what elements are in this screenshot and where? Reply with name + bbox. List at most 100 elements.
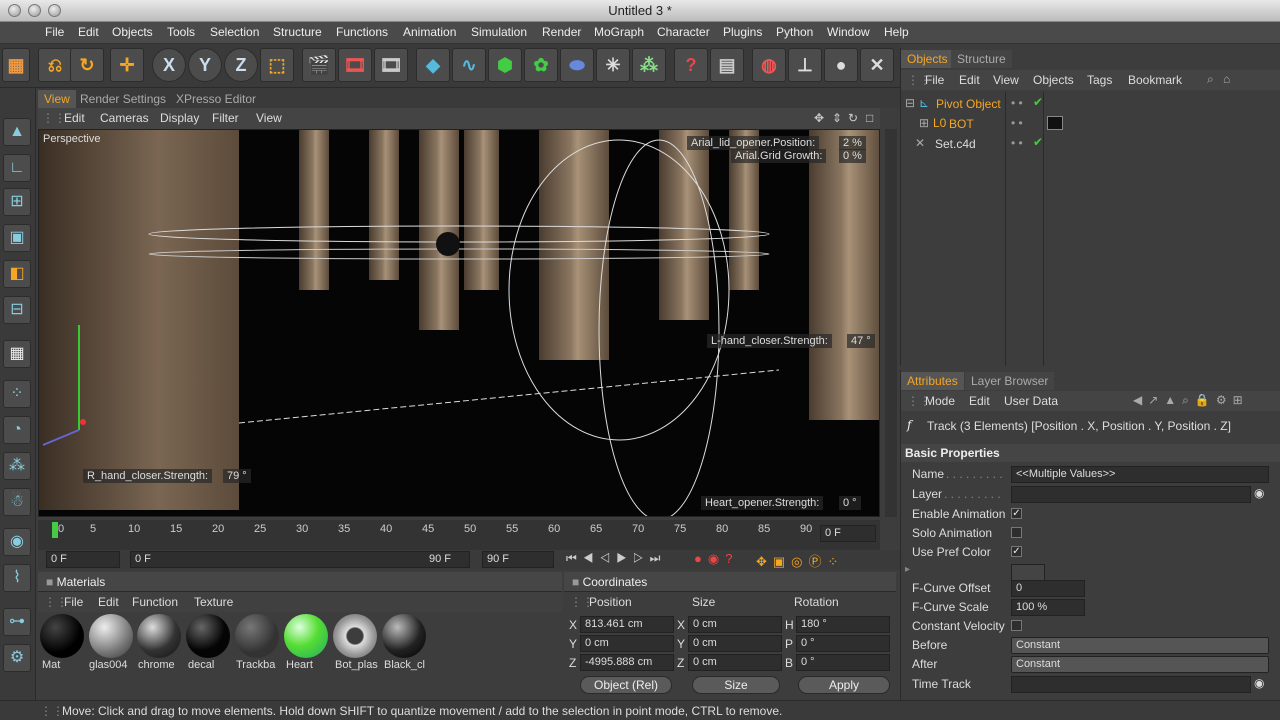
menu-plugins[interactable]: Plugins — [723, 25, 762, 39]
web-icon[interactable]: ◍ — [752, 48, 786, 82]
navigation-arrows-icon[interactable]: ◀↗▲⌕🔒⚙⊞ — [1133, 393, 1249, 408]
search-icon[interactable]: ⌕ — [1207, 72, 1214, 87]
render-picture-viewer-icon[interactable]: 🎞 — [338, 48, 372, 82]
key-type-icons[interactable]: ✥▣◎Ⓟ⁘ — [756, 551, 844, 570]
time-track-picker-icon[interactable]: ◉ — [1254, 676, 1264, 690]
range-slider[interactable]: 0 F 90 F — [130, 551, 470, 568]
attributes-menu-user-data[interactable]: User Data — [1004, 394, 1058, 408]
z-axis-lock-button[interactable]: Z — [224, 48, 258, 82]
viewport-zoom-icon[interactable]: ⇕ — [832, 111, 842, 125]
tag-icon[interactable] — [1047, 116, 1063, 130]
end-frame-field[interactable]: 90 F — [482, 551, 554, 568]
layer-field[interactable] — [1011, 486, 1251, 503]
timeline-ruler[interactable]: 0 5 10 15 20 25 30 35 40 45 50 55 60 65 … — [38, 520, 880, 550]
character-tool-icon[interactable]: ☃ — [3, 488, 31, 516]
tab-render-settings[interactable]: Render Settings — [74, 90, 172, 108]
start-frame-field[interactable]: 0 F — [46, 551, 120, 568]
hud-lhand-value[interactable]: 47 ° — [847, 334, 875, 348]
settings-gear-icon[interactable]: ⚙ — [3, 644, 31, 672]
deformer-icon[interactable]: ⬬ — [560, 48, 594, 82]
character-icon[interactable]: ✕ — [860, 48, 894, 82]
size-y-field[interactable]: 0 cm — [688, 635, 782, 652]
menu-objects[interactable]: Objects — [112, 25, 153, 39]
viewport-menu-cameras[interactable]: Cameras — [100, 111, 149, 125]
material-swatch[interactable] — [284, 614, 328, 658]
hud-arial-grid-label[interactable]: Arial.Grid Growth: — [731, 149, 827, 163]
viewport-menu-edit[interactable]: Edit — [64, 111, 85, 125]
render-view-icon[interactable]: 🎬 — [302, 48, 336, 82]
bodypaint-icon[interactable]: ⊥ — [788, 48, 822, 82]
material-swatch[interactable] — [333, 614, 377, 658]
tab-view[interactable]: View — [38, 90, 76, 108]
materials-menu-edit[interactable]: Edit — [98, 595, 119, 609]
menu-structure[interactable]: Structure — [273, 25, 322, 39]
fcurve-offset-field[interactable]: 0 — [1011, 580, 1085, 597]
materials-menu-file[interactable]: File — [64, 595, 83, 609]
use-pref-color-checkbox[interactable]: ✓ — [1011, 546, 1022, 557]
size-x-field[interactable]: 0 cm — [688, 616, 782, 633]
timeline-icon[interactable]: ▤ — [710, 48, 744, 82]
enabled-check-icon[interactable]: ✔ — [1033, 95, 1043, 109]
material-swatch[interactable] — [382, 614, 426, 658]
viewport-menu-filter[interactable]: Filter — [212, 111, 239, 125]
expand-arrow-icon[interactable]: ▸ — [905, 564, 910, 575]
apply-button[interactable]: Apply — [798, 676, 890, 694]
objects-menu-file[interactable]: File — [925, 73, 944, 87]
attributes-menu-edit[interactable]: Edit — [969, 394, 990, 408]
hud-arial-grid-value[interactable]: 0 % — [839, 149, 866, 163]
objects-menu-edit[interactable]: Edit — [959, 73, 980, 87]
objects-menu-bookmark[interactable]: Bookmark — [1128, 73, 1182, 87]
menu-file[interactable]: File — [45, 25, 64, 39]
array-icon[interactable]: ✿ — [524, 48, 558, 82]
position-y-field[interactable]: 0 cm — [580, 635, 674, 652]
solo-animation-checkbox[interactable] — [1011, 527, 1022, 538]
material-swatch[interactable] — [235, 614, 279, 658]
tab-layer-browser[interactable]: Layer Browser — [965, 372, 1055, 390]
hud-rhand-value[interactable]: 79 ° — [223, 469, 251, 483]
material-swatch[interactable] — [186, 614, 230, 658]
materials-menu-function[interactable]: Function — [132, 595, 178, 609]
points-mode-icon[interactable]: ⊞ — [3, 188, 31, 216]
sculpt-icon[interactable]: ◔ — [3, 416, 31, 444]
hud-arial-lid-value[interactable]: 2 % — [839, 136, 866, 150]
fcurve-scale-field[interactable]: 100 % — [1011, 599, 1085, 616]
edges-mode-icon[interactable]: ▣ — [3, 224, 31, 252]
expand-icon[interactable]: ⊞ — [919, 116, 929, 130]
time-track-field[interactable] — [1011, 676, 1251, 693]
polygons-mode-icon[interactable]: ◧ — [3, 260, 31, 288]
coordinate-mode-dropdown[interactable]: Object (Rel) — [580, 676, 672, 694]
hud-arial-lid-label[interactable]: Arial_lid_opener.Position: — [687, 136, 820, 150]
home-icon[interactable]: ⌂ — [1223, 72, 1230, 86]
transport-controls-icon[interactable]: ⏮◀◁▶▷⏭ — [566, 551, 666, 566]
layer-picker-icon[interactable]: ◉ — [1254, 486, 1264, 500]
hierarchy-icon[interactable]: ⊶ — [3, 608, 31, 636]
menu-selection[interactable]: Selection — [210, 25, 259, 39]
snap-icon[interactable]: ◉ — [3, 528, 31, 556]
uv-mode-icon[interactable]: ⊟ — [3, 296, 31, 324]
cube-icon[interactable]: ◆ — [416, 48, 450, 82]
drag-handle-icon[interactable]: ⋮⋮ — [42, 111, 66, 125]
color-swatch[interactable] — [1011, 564, 1045, 581]
workplane-icon[interactable]: ⁘ — [3, 380, 31, 408]
materials-menu-texture[interactable]: Texture — [194, 595, 233, 609]
menu-functions[interactable]: Functions — [336, 25, 388, 39]
spline-icon[interactable]: ∿ — [452, 48, 486, 82]
menu-mograph[interactable]: MoGraph — [594, 25, 644, 39]
particles-icon[interactable]: ⁂ — [632, 48, 666, 82]
viewport-menu-view[interactable]: View — [256, 111, 282, 125]
object-set[interactable]: Set.c4d — [935, 137, 976, 151]
basic-properties-section[interactable]: Basic Properties — [901, 444, 1280, 462]
visibility-dots-icon[interactable]: • • — [1011, 96, 1023, 110]
visibility-dots-icon[interactable]: • • — [1011, 136, 1023, 150]
object-axis-icon[interactable]: ∟ — [3, 154, 31, 182]
y-axis-lock-button[interactable]: Y — [188, 48, 222, 82]
record-keys-icon[interactable]: ●◉? — [694, 551, 738, 567]
tab-objects[interactable]: Objects — [901, 50, 954, 68]
before-dropdown[interactable]: Constant — [1011, 637, 1269, 654]
spring-icon[interactable]: ⌇ — [3, 564, 31, 592]
name-field[interactable]: <<Multiple Values>> — [1011, 466, 1269, 483]
rotation-b-field[interactable]: 0 ° — [796, 654, 890, 671]
render-settings-icon[interactable]: 🎞 — [374, 48, 408, 82]
material-swatch[interactable] — [40, 614, 84, 658]
undo-icon[interactable]: ⎌ — [38, 48, 72, 82]
